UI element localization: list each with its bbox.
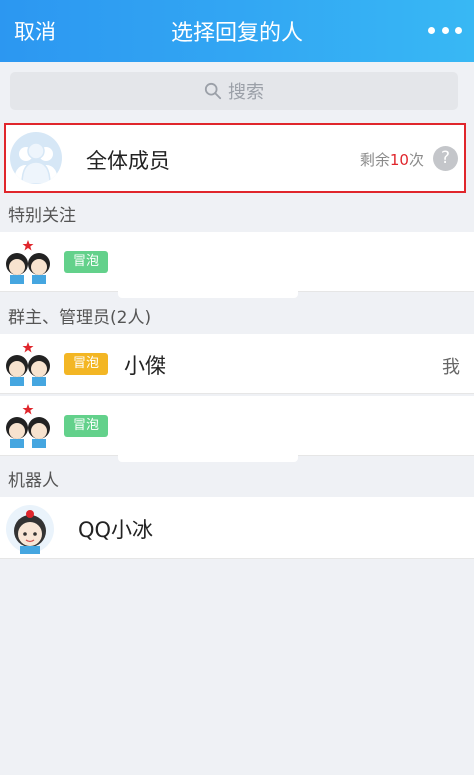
member-row[interactable]: 冒泡 (0, 396, 474, 462)
search-input[interactable]: 搜索 (10, 72, 458, 110)
section-header-admins: 群主、管理员(2人) (8, 308, 152, 328)
remaining-count: 剩余10次 (359, 151, 424, 169)
title-bar: 取消 选择回复的人 (0, 0, 474, 62)
page-title: 选择回复的人 (170, 21, 303, 46)
cartoon-avatar-icon (6, 404, 50, 448)
all-members-label: 全体成员 (86, 149, 170, 173)
member-row[interactable]: 冒泡 (0, 232, 474, 298)
group-avatar-icon (10, 132, 62, 184)
search-icon (204, 82, 222, 100)
help-icon[interactable]: ? (433, 146, 458, 171)
search-area: 搜索 (0, 62, 474, 118)
member-row[interactable]: 冒泡 小傑 我 (0, 334, 474, 394)
robot-row[interactable]: QQ小冰 (0, 497, 474, 559)
search-placeholder: 搜索 (228, 82, 264, 103)
cartoon-avatar-icon (6, 342, 50, 386)
redacted-name (118, 232, 298, 298)
self-indicator: 我 (442, 357, 460, 378)
more-menu-icon[interactable] (428, 20, 462, 40)
all-members-row[interactable]: 全体成员 剩余10次 ? (4, 123, 466, 193)
bubble-tag: 冒泡 (64, 415, 108, 437)
section-header-special: 特别关注 (8, 206, 76, 226)
cartoon-avatar-icon (6, 240, 50, 284)
section-header-robots: 机器人 (8, 471, 59, 491)
robot-name: QQ小冰 (78, 518, 154, 542)
member-name: 小傑 (124, 354, 166, 378)
bubble-tag: 冒泡 (64, 251, 108, 273)
girl-avatar-icon (6, 505, 54, 554)
cancel-button[interactable]: 取消 (14, 16, 56, 46)
bubble-tag: 冒泡 (64, 353, 108, 375)
redacted-name (118, 396, 298, 462)
